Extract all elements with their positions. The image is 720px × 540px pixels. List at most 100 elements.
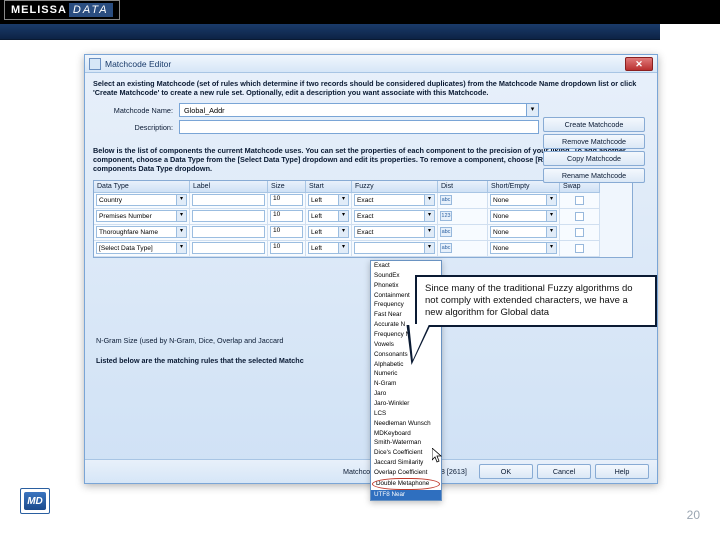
fuzzy-option[interactable]: Jaccard Similarity [371,458,441,468]
start-dropdown[interactable]: Left▾ [308,226,349,238]
md-badge-icon: MD [20,488,50,514]
shortempty-dropdown[interactable]: None▾ [490,226,557,238]
description-label: Description: [93,123,179,132]
dialog-title: Matchcode Editor [105,59,171,69]
help-button[interactable]: Help [595,464,649,479]
swap-checkbox[interactable] [575,212,584,221]
datatype-dropdown[interactable]: Thoroughfare Name▾ [96,226,187,238]
dist-icon[interactable]: abc [440,243,452,253]
copy-matchcode-button[interactable]: Copy Matchcode [543,151,645,166]
fuzzy-option[interactable]: Exact [371,261,441,271]
label-input[interactable] [192,210,265,222]
chevron-down-icon: ▾ [176,195,186,205]
shortempty-dropdown[interactable]: None▾ [490,242,557,254]
matchcode-name-value: Global_Addr [184,106,225,115]
table-row: Thoroughfare Name▾ 10 Left▾ Exact▾ abc N… [94,225,632,241]
matchcode-button-stack: Create Matchcode Remove Matchcode Copy M… [543,117,645,183]
fuzzy-option[interactable]: Jaro-Winkler [371,399,441,409]
size-input[interactable]: 10 [270,226,303,238]
datatype-dropdown[interactable]: [Select Data Type]▾ [96,242,187,254]
fuzzy-option[interactable]: UTF8 Near [371,490,441,500]
cancel-button[interactable]: Cancel [537,464,591,479]
remove-matchcode-button[interactable]: Remove Matchcode [543,134,645,149]
label-input[interactable] [192,194,265,206]
col-size: Size [268,181,306,193]
chevron-down-icon: ▾ [338,227,348,237]
brand-name-1: MELISSA [11,4,67,16]
label-input[interactable] [192,242,265,254]
chevron-down-icon: ▾ [546,243,556,253]
header-white-bar [0,40,720,48]
chevron-down-icon: ▾ [338,195,348,205]
close-button[interactable]: ✕ [625,57,653,71]
header-blue-bar [0,24,660,40]
swap-checkbox[interactable] [575,244,584,253]
chevron-down-icon: ▾ [424,211,434,221]
create-matchcode-button[interactable]: Create Matchcode [543,117,645,132]
size-input[interactable]: 10 [270,210,303,222]
brand-name-2: DATA [69,3,113,17]
size-input[interactable]: 10 [270,242,303,254]
annotation-callout: Since many of the traditional Fuzzy algo… [415,275,657,327]
fuzzy-dropdown[interactable]: Exact▾ [354,226,435,238]
datatype-dropdown[interactable]: Premises Number▾ [96,210,187,222]
title-bar[interactable]: Matchcode Editor ✕ [85,55,657,73]
brand-logo: MELISSA DATA [4,0,120,20]
md-badge-text: MD [24,492,46,510]
fuzzy-dropdown[interactable]: Exact▾ [354,210,435,222]
size-input[interactable]: 10 [270,194,303,206]
chevron-down-icon: ▾ [338,211,348,221]
chevron-down-icon: ▾ [338,243,348,253]
datatype-dropdown[interactable]: Country▾ [96,194,187,206]
shortempty-dropdown[interactable]: None▾ [490,194,557,206]
table-row: Country▾ 10 Left▾ Exact▾ abc None▾ [94,193,632,209]
swap-checkbox[interactable] [575,196,584,205]
chevron-down-icon: ▾ [546,211,556,221]
fuzzy-dropdown[interactable]: Exact▾ [354,194,435,206]
matching-rules-label: Listed below are the matching rules that… [96,356,304,365]
col-dist: Dist [438,181,488,193]
fuzzy-dropdown[interactable]: ▾ [354,242,435,254]
chevron-down-icon: ▾ [424,243,434,253]
page-number: 20 [687,508,700,522]
chevron-down-icon: ▾ [526,104,538,116]
ok-button[interactable]: OK [479,464,533,479]
dist-icon[interactable]: abc [440,227,452,237]
swap-checkbox[interactable] [575,228,584,237]
table-row: Premises Number▾ 10 Left▾ Exact▾ 123 Non… [94,209,632,225]
chevron-down-icon: ▾ [424,195,434,205]
col-fuzzy: Fuzzy [352,181,438,193]
start-dropdown[interactable]: Left▾ [308,210,349,222]
rename-matchcode-button[interactable]: Rename Matchcode [543,168,645,183]
cursor-icon [432,448,444,464]
fuzzy-option[interactable]: MDKeyboard [371,429,441,439]
description-input[interactable] [179,120,539,134]
fuzzy-option[interactable]: Jaro [371,389,441,399]
top-bar: MELISSA DATA [0,0,720,24]
start-dropdown[interactable]: Left▾ [308,242,349,254]
dist-icon[interactable]: abc [440,195,452,205]
fuzzy-option[interactable]: Needleman Wunsch [371,419,441,429]
fuzzy-option[interactable]: Dice's Coefficient [371,448,441,458]
label-input[interactable] [192,226,265,238]
start-dropdown[interactable]: Left▾ [308,194,349,206]
fuzzy-option[interactable]: Smith-Waterman [371,438,441,448]
chevron-down-icon: ▾ [176,211,186,221]
col-label: Label [190,181,268,193]
fuzzy-option[interactable]: Overlap Coefficient [371,468,441,478]
chevron-down-icon: ▾ [546,227,556,237]
dist-icon[interactable]: 123 [440,211,452,221]
chevron-down-icon: ▾ [546,195,556,205]
matchcode-name-label: Matchcode Name: [93,106,179,115]
matchcode-name-dropdown[interactable]: Global_Addr ▾ [179,103,539,117]
fuzzy-option[interactable]: N-Gram [371,379,441,389]
fuzzy-option[interactable]: Double Metaphone [372,478,440,490]
components-grid: Data Type Label Size Start Fuzzy Dist Sh… [93,180,633,258]
fuzzy-option[interactable]: LCS [371,409,441,419]
chevron-down-icon: ▾ [176,227,186,237]
ngram-size-label: N-Gram Size (used by N-Gram, Dice, Overl… [96,336,283,345]
col-start: Start [306,181,352,193]
window-icon [89,58,101,70]
shortempty-dropdown[interactable]: None▾ [490,210,557,222]
fuzzy-option[interactable]: Numeric [371,369,441,379]
